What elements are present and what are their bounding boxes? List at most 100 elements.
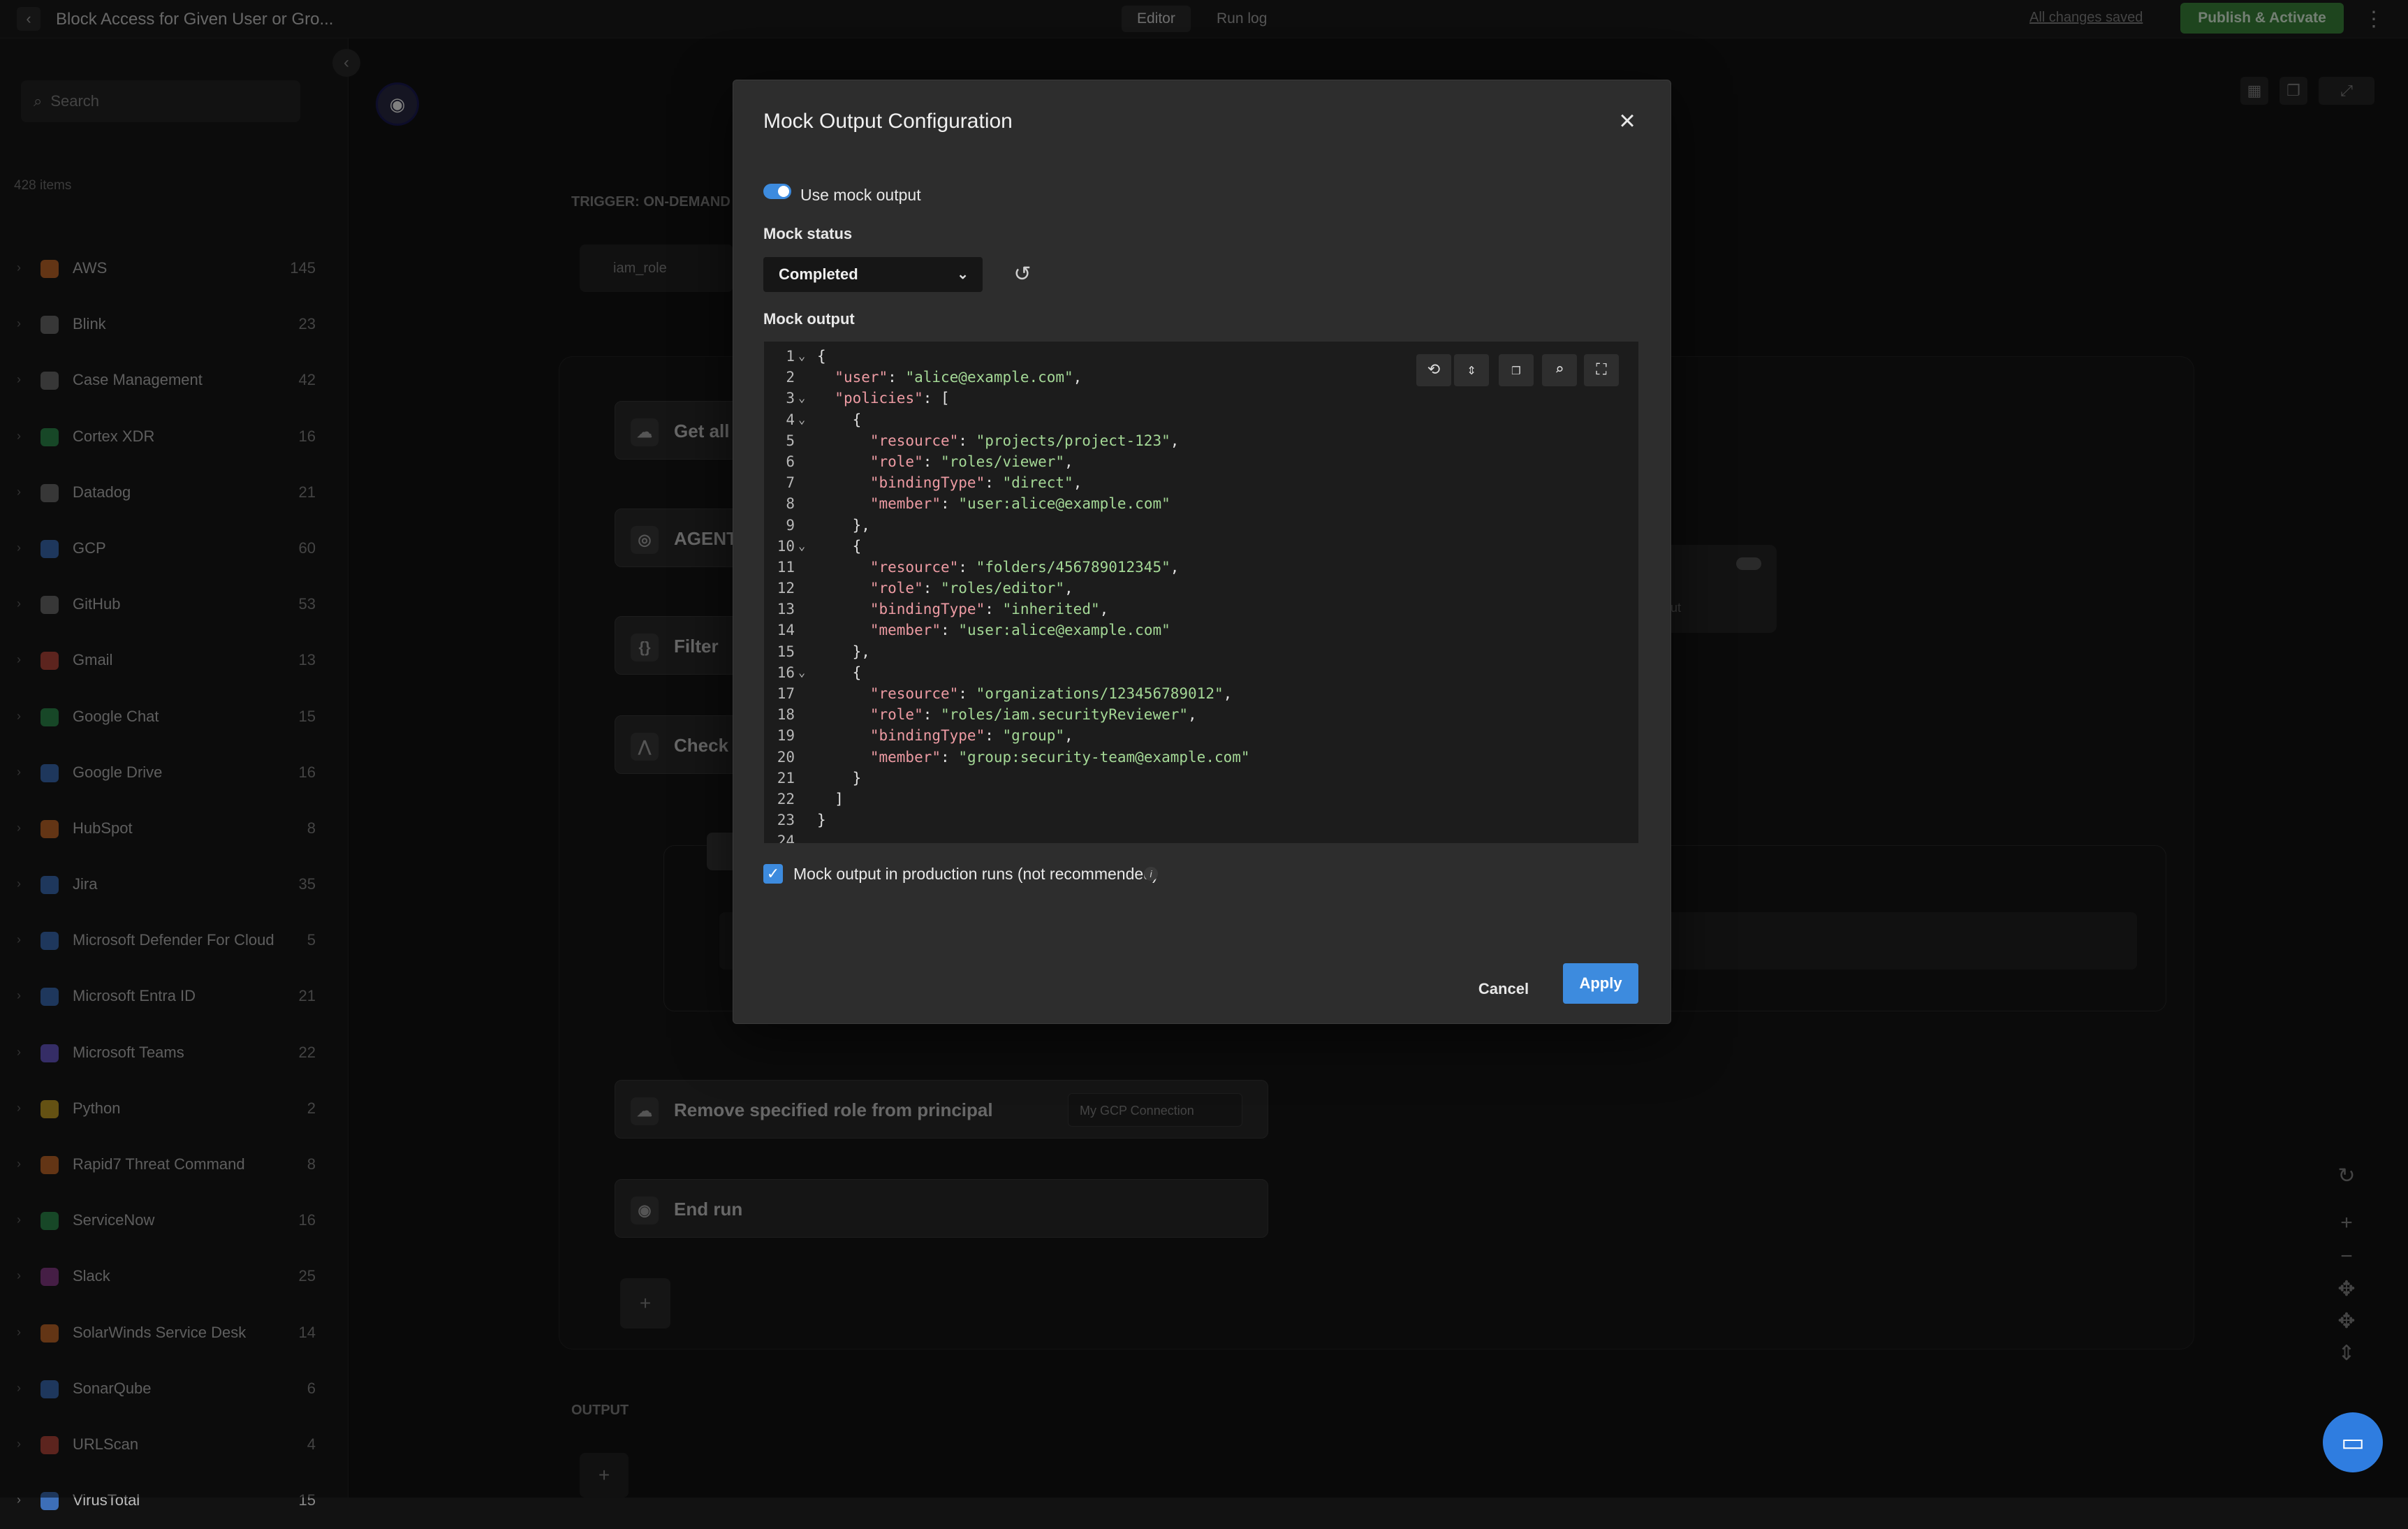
code-line[interactable]: 2 "user": "alice@example.com", (770, 367, 1622, 388)
code-line[interactable]: 3 ⌄ "policies": [ (770, 388, 1622, 409)
json-colon: : (985, 601, 1003, 618)
code-line[interactable]: 12 "role": "roles/editor", (770, 578, 1622, 599)
code-text: } (817, 810, 826, 831)
json-value: "group:security-team@example.com" (958, 748, 1250, 766)
code-text: }, (817, 515, 870, 536)
production-mock-label[interactable]: Mock output in production runs (not reco… (793, 865, 1158, 884)
close-icon[interactable]: × (1612, 105, 1643, 136)
mock-status-value: Completed (779, 265, 858, 283)
toggle-knob (778, 186, 789, 197)
code-line[interactable]: 22 ] (770, 789, 1622, 810)
code-line[interactable]: 21 } (770, 768, 1622, 789)
collapse-all-icon[interactable]: ⇕ (1454, 354, 1489, 386)
code-line[interactable]: 24 (770, 831, 1622, 843)
json-key: "resource" (869, 685, 959, 702)
line-number: 21 (777, 769, 795, 787)
chevron-down-icon: ⌄ (957, 267, 969, 282)
json-punct: , (1073, 474, 1082, 492)
code-text: "bindingType": "direct", (817, 472, 1082, 493)
json-value: "user:alice@example.com" (958, 622, 1170, 639)
format-icon[interactable]: ⟲ (1416, 354, 1451, 386)
json-colon: : (941, 495, 959, 513)
use-mock-toggle[interactable] (763, 184, 791, 199)
code-text: "resource": "folders/456789012345", (817, 557, 1180, 578)
line-number: 18 (777, 706, 795, 724)
code-line[interactable]: 23} (770, 810, 1622, 831)
json-value: "group" (1002, 727, 1065, 745)
code-line[interactable]: 19 "bindingType": "group", (770, 725, 1622, 746)
fold-icon[interactable]: ⌄ (798, 536, 805, 557)
fold-icon[interactable]: ⌄ (798, 662, 805, 683)
fold-icon[interactable]: ⌄ (798, 388, 805, 409)
code-line[interactable]: 6 "role": "roles/viewer", (770, 451, 1622, 472)
search-icon[interactable]: ⌕ (1542, 354, 1577, 386)
json-colon: : (985, 474, 1003, 492)
apply-button[interactable]: Apply (1563, 963, 1638, 1004)
code-text: "member": "group:security-team@example.c… (817, 747, 1250, 768)
chat-icon: ▭ (2340, 1428, 2365, 1456)
code-line[interactable]: 18 "role": "roles/iam.securityReviewer", (770, 704, 1622, 725)
code-line[interactable]: 11 "resource": "folders/456789012345", (770, 557, 1622, 578)
line-number: 3 (786, 390, 795, 407)
fold-icon[interactable]: ⌄ (798, 409, 805, 430)
production-mock-checkbox[interactable]: ✓ (763, 864, 783, 884)
chat-support-button[interactable]: ▭ (2323, 1412, 2383, 1472)
code-line[interactable]: 1 ⌄ { (770, 346, 1622, 367)
json-punct: { (852, 664, 862, 681)
code-text: "role": "roles/iam.securityReviewer", (817, 704, 1197, 725)
code-text: { (817, 346, 826, 367)
code-line[interactable]: 7 "bindingType": "direct", (770, 472, 1622, 493)
line-number: 5 (786, 432, 795, 449)
code-text: "member": "user:alice@example.com" (817, 493, 1170, 514)
json-punct: }, (852, 643, 870, 660)
line-number: 23 (777, 812, 795, 829)
json-key: "bindingType" (869, 474, 985, 492)
reset-icon[interactable]: ↺ (1007, 258, 1038, 291)
code-line[interactable]: 15 }, (770, 641, 1622, 662)
json-key: "role" (869, 706, 923, 724)
code-text: "role": "roles/viewer", (817, 451, 1073, 472)
code-text: "bindingType": "inherited", (817, 599, 1108, 620)
fullscreen-icon[interactable]: ⛶ (1584, 354, 1619, 386)
code-line[interactable]: 16 ⌄ { (770, 662, 1622, 683)
code-line[interactable]: 14 "member": "user:alice@example.com" (770, 620, 1622, 641)
line-number: 10 (777, 537, 795, 555)
line-number: 14 (777, 622, 795, 639)
mock-status-label: Mock status (763, 225, 853, 242)
line-number: 13 (777, 601, 795, 618)
cancel-button[interactable]: Cancel (1469, 969, 1538, 1009)
code-line[interactable]: 8 "member": "user:alice@example.com" (770, 493, 1622, 514)
code-line[interactable]: 17 "resource": "organizations/1234567890… (770, 683, 1622, 704)
code-line[interactable]: 4 ⌄ { (770, 409, 1622, 430)
json-value: "organizations/123456789012" (976, 685, 1224, 702)
code-text: } (817, 768, 862, 789)
code-line[interactable]: 9 }, (770, 515, 1622, 536)
code-line[interactable]: 20 "member": "group:security-team@exampl… (770, 747, 1622, 768)
code-line[interactable]: 13 "bindingType": "inherited", (770, 599, 1622, 620)
code-line[interactable]: 5 "resource": "projects/project-123", (770, 430, 1622, 451)
code-text: "policies": [ (817, 388, 949, 409)
code-lines: 1 ⌄{2 "user": "alice@example.com", 3 ⌄ "pol… (770, 346, 1622, 843)
line-number: 16 (777, 664, 795, 681)
code-editor[interactable]: 1 ⌄{2 "user": "alice@example.com", 3 ⌄ "pol… (764, 342, 1638, 843)
info-icon[interactable]: i (1144, 867, 1158, 881)
json-punct: , (1170, 558, 1180, 576)
fold-icon[interactable]: ⌄ (798, 346, 805, 367)
json-value: "user:alice@example.com" (958, 495, 1170, 513)
json-key: "resource" (869, 432, 959, 449)
line-number: 15 (777, 643, 795, 660)
line-number: 20 (777, 748, 795, 766)
mock-status-select[interactable]: Completed ⌄ (763, 257, 983, 292)
code-text: { (817, 662, 862, 683)
copy-icon[interactable]: ❐ (1499, 354, 1534, 386)
json-key: "role" (869, 580, 923, 597)
mock-output-modal: Mock Output Configuration × Use mock out… (733, 80, 1671, 1024)
code-line[interactable]: 10 ⌄ { (770, 536, 1622, 557)
